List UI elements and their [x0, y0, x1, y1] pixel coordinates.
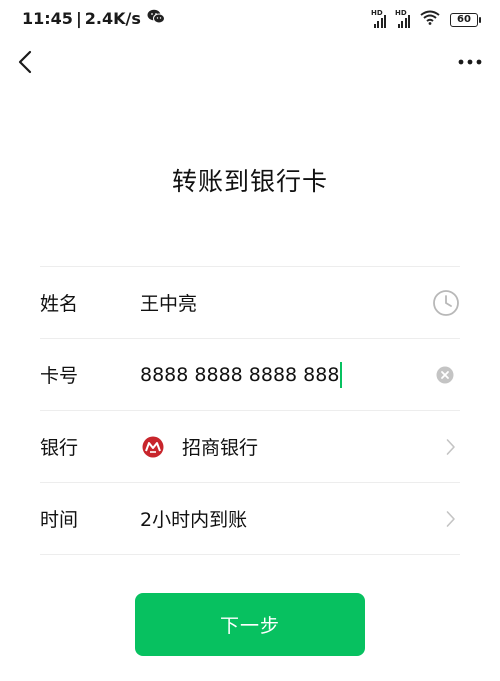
arrival-time-value: 2小时内到账 — [140, 509, 248, 531]
signal-icon-1: HD — [371, 9, 386, 28]
history-button[interactable] — [432, 289, 460, 317]
form-row-card: 卡号 8888 8888 8888 888 — [40, 339, 460, 410]
more-options-button[interactable] — [456, 50, 484, 74]
name-label: 姓名 — [40, 293, 79, 315]
page-title: 转账到银行卡 — [171, 167, 328, 196]
back-button[interactable] — [14, 48, 40, 78]
wechat-notification-icon — [147, 9, 165, 28]
name-input[interactable]: 王中亮 — [140, 289, 460, 316]
more-dots-icon — [458, 59, 482, 65]
time-label: 时间 — [40, 509, 79, 531]
battery-indicator: 60 — [450, 12, 481, 27]
clock-icon — [433, 289, 459, 316]
text-cursor — [340, 361, 343, 388]
status-right: HD HD 60 — [371, 9, 481, 29]
chevron-right-icon — [446, 510, 456, 528]
status-bar: 11:45 | 2.4K/s HD HD 60 — [0, 0, 500, 38]
card-number-input[interactable]: 8888 8888 8888 888 — [140, 361, 460, 388]
divider — [40, 554, 460, 555]
card-number-value: 8888 8888 8888 888 — [140, 363, 340, 386]
form-row-name: 姓名 王中亮 — [40, 267, 460, 338]
chevron-right-icon — [446, 438, 456, 456]
transfer-form: 姓名 王中亮 卡号 8888 8888 8888 888 银行 招商银行 时间 … — [40, 266, 460, 555]
clear-button[interactable] — [436, 366, 454, 384]
status-separator: | — [75, 9, 82, 28]
status-left: 11:45 | 2.4K/s — [22, 9, 165, 28]
name-value: 王中亮 — [140, 293, 198, 315]
form-row-time[interactable]: 时间 2小时内到账 — [40, 483, 460, 554]
cmb-bank-logo-icon — [142, 436, 164, 457]
wifi-icon — [420, 10, 440, 29]
bank-value-container: 招商银行 — [140, 433, 460, 460]
next-step-button[interactable]: 下一步 — [135, 593, 365, 656]
network-speed: 2.4K/s — [84, 9, 141, 28]
chevron-left-icon — [18, 50, 32, 74]
bank-name: 招商银行 — [182, 437, 259, 459]
clear-icon — [436, 366, 454, 383]
form-row-bank[interactable]: 银行 招商银行 — [40, 411, 460, 482]
bank-label: 银行 — [40, 437, 79, 459]
card-label: 卡号 — [40, 365, 79, 387]
status-time: 11:45 — [22, 9, 73, 28]
signal-icon-2: HD — [395, 9, 410, 28]
